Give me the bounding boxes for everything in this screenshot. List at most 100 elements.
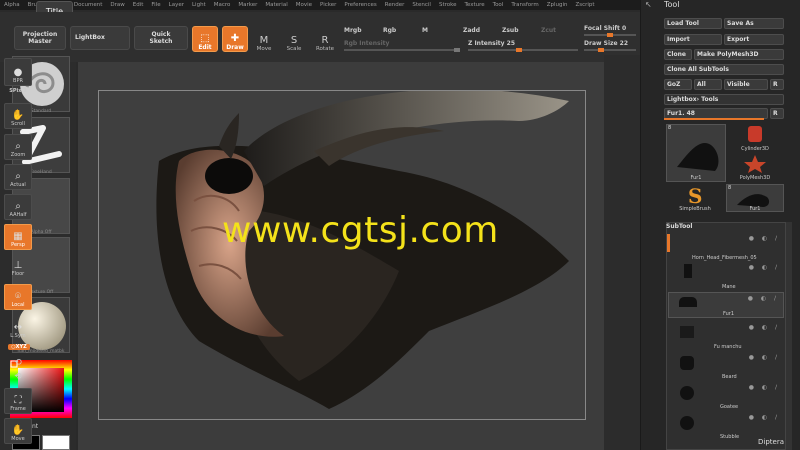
subtool-row[interactable]: ● ◐ ∕ Fu manchu — [668, 322, 784, 352]
subtool-row[interactable]: ● ◐ ∕ Horn_Head_Fibermesh_05 — [668, 233, 784, 263]
aahalf-button[interactable]: ⌕ AAHalf — [4, 194, 32, 220]
actual-button[interactable]: ⌕ Actual — [4, 164, 32, 190]
subtool-visibility-icons[interactable]: ● ◐ ∕ — [748, 295, 779, 302]
lsym-button[interactable]: ↔ L.Sym — [4, 315, 32, 341]
menu-item-movie[interactable]: Movie — [292, 0, 316, 10]
goz-r-button[interactable]: R — [770, 79, 784, 90]
mrgb-button[interactable]: Mrgb — [344, 27, 362, 34]
focal-shift-track[interactable] — [584, 33, 636, 37]
make-polymesh-button[interactable]: Make PolyMesh3D — [694, 49, 784, 60]
menu-item-preferences[interactable]: Preferences — [340, 0, 380, 10]
export-button[interactable]: Export — [724, 34, 784, 45]
rotate-axis-2-icon[interactable]: ⟲ — [4, 372, 32, 382]
menu-item-edit[interactable]: Edit — [129, 0, 148, 10]
menu-item-texture[interactable]: Texture — [461, 0, 489, 10]
tool-palette-title[interactable]: Tool — [664, 0, 680, 9]
draw-button[interactable]: ✚ Draw — [222, 26, 248, 52]
main-color-swatch[interactable] — [42, 435, 70, 450]
tool-tile-fur1-small-label: Fur1 — [749, 206, 761, 212]
menu-item-material[interactable]: Material — [261, 0, 291, 10]
menu-item-light[interactable]: Light — [188, 0, 210, 10]
lightbox-tools-button[interactable]: Lightbox› Tools — [664, 94, 784, 105]
zadd-button[interactable]: Zadd — [463, 27, 480, 34]
draw-size-track[interactable] — [584, 48, 636, 52]
subtool-row[interactable]: ● ◐ ∕ Goatee — [668, 382, 784, 412]
menu-item-render[interactable]: Render — [381, 0, 409, 10]
subtool-visibility-icons[interactable]: ● ◐ ∕ — [749, 414, 780, 421]
zcut-button[interactable]: Zcut — [541, 27, 556, 34]
draw-size-slider[interactable]: Draw Size 22 — [584, 40, 628, 47]
import-button[interactable]: Import — [664, 34, 722, 45]
zsub-button[interactable]: Zsub — [502, 27, 519, 34]
zoom-label: Zoom — [10, 152, 26, 158]
scroll-button[interactable]: ✋ Scroll — [4, 103, 32, 129]
subtool-visibility-icons[interactable]: ● ◐ ∕ — [749, 324, 780, 331]
scale-button[interactable]: S Scale — [282, 26, 306, 53]
menu-item-layer[interactable]: Layer — [165, 0, 188, 10]
z-intensity-track[interactable] — [468, 48, 578, 52]
local-button[interactable]: ⌾ Local — [4, 284, 32, 310]
menu-item-zplugin[interactable]: Zplugin — [543, 0, 572, 10]
subtool-row[interactable]: ● ◐ ∕ Beard — [668, 352, 784, 382]
menu-item-stencil[interactable]: Stencil — [408, 0, 435, 10]
floor-button[interactable]: ⊥ Floor — [4, 253, 32, 279]
rgb-intensity-slider[interactable]: Rgb Intensity — [344, 40, 389, 47]
menu-item-file[interactable]: File — [147, 0, 164, 10]
menu-item-alpha[interactable]: Alpha — [0, 0, 24, 10]
lightbox-button[interactable]: LightBox — [70, 26, 130, 50]
subtool-visibility-icons[interactable]: ● ◐ ∕ — [749, 264, 780, 271]
tool-r-button[interactable]: R — [770, 108, 784, 119]
save-as-button[interactable]: Save As — [724, 18, 784, 29]
subtool-header[interactable]: SubTool — [666, 223, 692, 230]
quick-sketch-button[interactable]: Quick Sketch — [134, 26, 188, 50]
m-button[interactable]: M — [422, 27, 428, 34]
tool-tile-cylinder3d[interactable] — [740, 124, 770, 146]
horned-head-model — [156, 91, 570, 409]
menu-item-draw[interactable]: Draw — [106, 0, 128, 10]
subtool-visibility-icons[interactable]: ● ◐ ∕ — [749, 384, 780, 391]
move-button[interactable]: M Move — [252, 26, 276, 53]
load-tool-button[interactable]: Load Tool — [664, 18, 722, 29]
rgb-intensity-track[interactable] — [344, 48, 460, 52]
zoom-button[interactable]: ⌕ Zoom — [4, 134, 32, 160]
goz-all-button[interactable]: All — [694, 79, 722, 90]
canvas-frame[interactable] — [98, 90, 586, 420]
spix-slider[interactable]: SPix 3 — [4, 88, 32, 94]
tool-tile-fur1[interactable] — [666, 124, 726, 182]
goz-button[interactable]: GoZ — [664, 79, 692, 90]
move-view-button[interactable]: ✋ Move — [4, 418, 32, 444]
subtool-visibility-icons[interactable]: ● ◐ ∕ — [749, 235, 780, 242]
edit-button[interactable]: ⬚ Edit — [192, 26, 218, 52]
clone-button[interactable]: Clone — [664, 49, 692, 60]
persp-button[interactable]: ▦ Persp — [4, 224, 32, 250]
menu-item-document[interactable]: Document — [70, 0, 107, 10]
menu-item-marker[interactable]: Marker — [234, 0, 261, 10]
xyz-button[interactable]: ○XYZ — [8, 344, 30, 350]
menu-item-stroke[interactable]: Stroke — [435, 0, 461, 10]
focal-shift-slider[interactable]: Focal Shift 0 — [584, 25, 626, 32]
z-intensity-slider[interactable]: Z Intensity 25 — [468, 40, 515, 47]
bpr-button[interactable]: ● BPR — [4, 58, 32, 86]
rotate-axis-icon[interactable]: ⟲ — [4, 358, 32, 368]
menu-item-macro[interactable]: Macro — [210, 0, 235, 10]
clone-all-subtools-button[interactable]: Clone All SubTools — [664, 64, 784, 75]
menu-item-picker[interactable]: Picker — [316, 0, 340, 10]
palette-collapse-icon[interactable]: ↖ — [645, 0, 652, 9]
rgb-button[interactable]: Rgb — [383, 27, 396, 34]
svg-text:S: S — [688, 184, 702, 206]
subtool-row-selected[interactable]: ● ◐ ∕ Fur1 — [668, 292, 784, 318]
projection-master-button[interactable]: Projection Master — [14, 26, 66, 50]
subtool-visibility-icons[interactable]: ● ◐ ∕ — [749, 354, 780, 361]
tool-tile-polymesh3d[interactable] — [740, 154, 770, 174]
menu-item-transform[interactable]: Transform — [507, 0, 542, 10]
subtool-row[interactable]: ● ◐ ∕ Stubble — [668, 412, 784, 440]
subtool-scrollbar[interactable] — [786, 222, 792, 450]
frame-button[interactable]: ⛶ Frame — [4, 388, 32, 414]
menu-item-tool[interactable]: Tool — [489, 0, 508, 10]
goz-visible-button[interactable]: Visible — [724, 79, 768, 90]
menu-item-zscript[interactable]: Zscript — [571, 0, 598, 10]
subtool-name: Stubble — [720, 434, 740, 440]
rotate-button[interactable]: R Rotate — [313, 26, 337, 53]
tool-tile-simplebrush[interactable]: S — [680, 184, 710, 208]
subtool-row[interactable]: ● ◐ ∕ Mane — [668, 262, 784, 292]
